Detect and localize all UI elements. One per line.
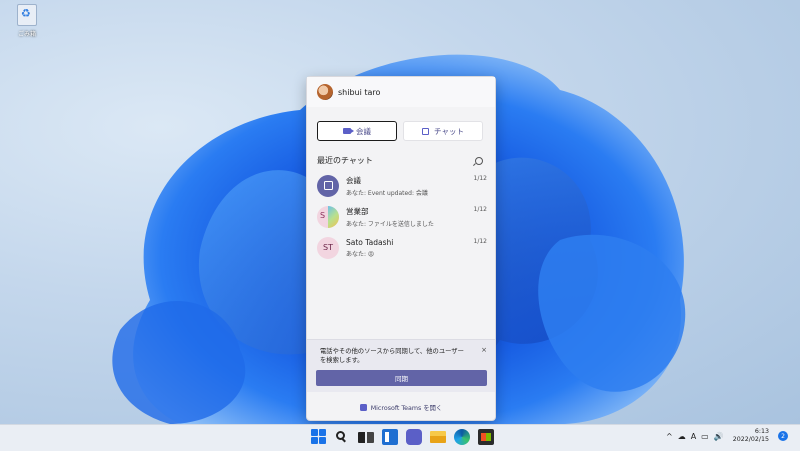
meet-button-label: 会議 [356,126,371,136]
taskbar: ^ ☁ A ▭ 🔊 6:13 2022/02/15 2 [0,424,800,451]
open-teams-label: Microsoft Teams を開く [370,405,443,412]
avatar-initial: S [320,210,326,220]
taskbar-search[interactable] [334,429,350,445]
chat-preview: あなた: ファイルを送信しました [346,220,434,228]
store-icon[interactable] [478,429,494,445]
recent-chats-title: 最近のチャット [317,156,373,165]
start-icon[interactable] [311,429,326,444]
search-icon [336,431,345,440]
chat-item-sales[interactable]: S 営業部 1/12 あなた: ファイルを送信しました [307,201,495,232]
chat-name: 会議 [346,175,361,185]
chat-preview: あなた: Event updated: 会議 [346,189,428,197]
action-buttons: 会議 チャット [307,107,495,149]
widgets-icon[interactable] [382,429,398,445]
teams-icon [359,404,367,411]
task-view-icon[interactable] [358,432,374,443]
ime-indicator[interactable]: A [691,432,696,441]
network-icon[interactable]: ▭ [701,432,709,441]
user-name: shibui taro [338,87,381,97]
chevron-up-icon[interactable]: ^ [666,432,673,441]
taskbar-apps [311,429,494,445]
chat-name: 営業部 [346,206,369,216]
compose-icon [422,127,430,135]
onedrive-icon[interactable]: ☁ [678,432,686,441]
system-tray: ^ ☁ A ▭ 🔊 6:13 2022/02/15 2 [666,428,788,444]
clock-date: 2022/02/15 [732,436,769,443]
meeting-avatar [317,174,339,197]
teams-chat-flyout: shibui taro 会議 チャット 最近のチャット 会議 1/12 あなた:… [306,76,496,421]
sync-button[interactable]: 同期 [316,370,487,386]
chat-date: 1/12 [473,205,487,213]
recycle-bin[interactable]: ごみ箱 [12,4,42,38]
flyout-header: shibui taro [307,77,495,107]
contact-avatar: ST [317,236,339,259]
edge-icon[interactable] [454,429,470,445]
chat-date: 1/12 [473,237,487,245]
calendar-icon [323,181,333,190]
search-icon[interactable] [475,156,483,165]
recycle-bin-label: ごみ箱 [17,31,36,38]
video-icon [343,128,354,134]
open-teams-link[interactable]: Microsoft Teams を開く [307,403,495,412]
sync-notice-text: 電話やその他のソースから同期して、他のユーザーを検索します。 [320,348,464,364]
volume-icon[interactable]: 🔊 [714,432,724,441]
chat-name: Sato Tadashi [346,237,394,247]
sync-notice: 電話やその他のソースから同期して、他のユーザーを検索します。 × 同期 [307,339,495,392]
file-explorer-icon[interactable] [430,431,446,443]
chat-button[interactable]: チャット [403,121,483,141]
notification-badge[interactable]: 2 [778,431,788,441]
teams-chat-icon[interactable] [406,429,422,445]
recent-chats-header: 最近のチャット [307,149,495,170]
chat-date: 1/12 [473,174,487,182]
clock-time: 6:13 [754,428,769,435]
user-avatar[interactable] [317,84,333,100]
chat-button-label: チャット [434,126,464,136]
chat-preview: あなた: 😡 [346,250,375,258]
chat-item-meeting[interactable]: 会議 1/12 あなた: Event updated: 会議 [307,170,495,201]
clock[interactable]: 6:13 2022/02/15 [733,428,769,444]
recycle-bin-icon [17,4,37,26]
chat-item-sato-tadashi[interactable]: ST Sato Tadashi 1/12 あなた: 😡 [307,232,495,263]
close-icon[interactable]: × [481,346,487,354]
meet-button[interactable]: 会議 [317,121,397,141]
group-avatar: S [317,205,339,228]
